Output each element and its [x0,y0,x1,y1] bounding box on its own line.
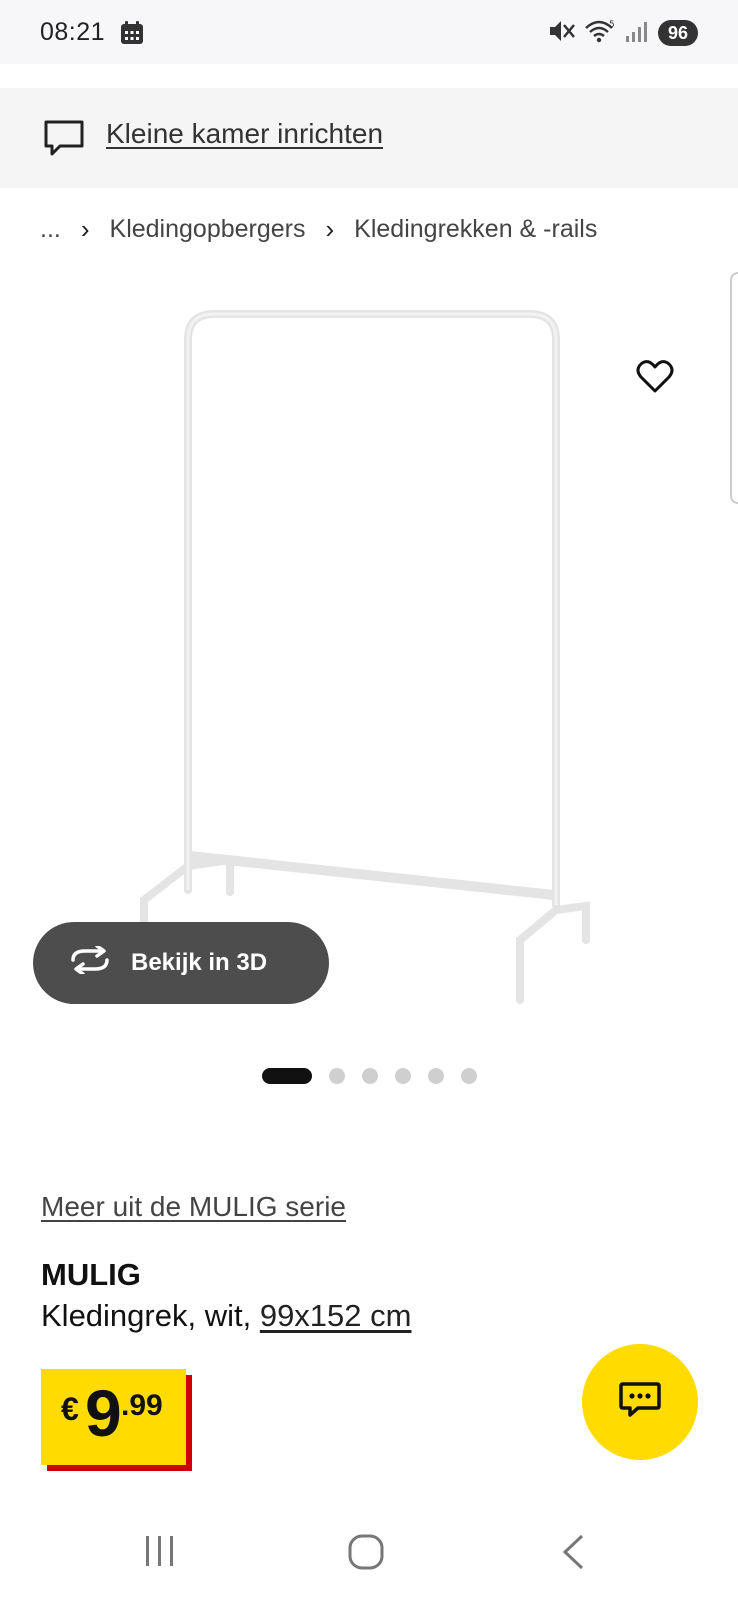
product-type: Kledingrek, wit, [41,1298,260,1333]
carousel-dot[interactable] [329,1068,345,1084]
status-time: 08:21 [40,18,106,46]
price-integer: 9 [85,1376,122,1450]
product-description: Kledingrek, wit, 99x152 cm [41,1298,411,1334]
calendar-icon [120,21,144,50]
battery-indicator: 96 [657,20,698,46]
system-nav-bar [0,1500,738,1600]
side-panel-handle[interactable] [730,272,738,504]
mute-icon [548,18,576,49]
room-planner-link[interactable]: Kleine kamer inrichten [106,118,383,150]
chat-bubble-icon [42,118,86,163]
carousel-dot[interactable] [461,1068,477,1084]
breadcrumb-item[interactable]: Kledingopbergers [110,215,306,244]
heart-icon[interactable] [636,360,674,399]
back-icon[interactable] [560,1534,586,1575]
price-tag: € 9 .99 [41,1369,186,1465]
carousel-indicator [262,1068,477,1084]
breadcrumb-item[interactable]: Kledingrekken & -rails [354,215,597,244]
status-bar: 08:21 5 96 [0,0,738,64]
recent-apps-icon[interactable] [142,1534,178,1573]
carousel-dot-active[interactable] [262,1068,312,1084]
carousel-dot[interactable] [428,1068,444,1084]
signal-icon [624,18,650,49]
chevron-right-icon: › [80,214,90,244]
carousel-dot[interactable] [362,1068,378,1084]
view-3d-label: Bekijk in 3D [131,949,268,976]
product-image[interactable] [120,300,620,1030]
price-currency: € [61,1391,79,1427]
chevron-right-icon: › [325,214,335,244]
svg-text:5: 5 [609,20,615,30]
rotate-3d-icon [69,943,111,981]
room-planner-banner[interactable]: Kleine kamer inrichten [0,88,738,188]
series-link[interactable]: Meer uit de MULIG serie [41,1191,346,1223]
breadcrumb-ellipsis[interactable]: ... [40,215,61,244]
view-3d-button[interactable]: Bekijk in 3D [33,922,329,1004]
carousel-dot[interactable] [395,1068,411,1084]
price-decimal: .99 [121,1389,163,1422]
wifi-icon: 5 [584,18,616,49]
chat-icon [618,1380,662,1425]
home-icon[interactable] [348,1534,384,1575]
breadcrumb: ... › Kledingopbergers › Kledingrekken &… [40,214,597,245]
product-dimensions-link[interactable]: 99x152 cm [260,1298,412,1333]
chat-button[interactable] [582,1344,698,1460]
product-name: MULIG [41,1257,141,1292]
